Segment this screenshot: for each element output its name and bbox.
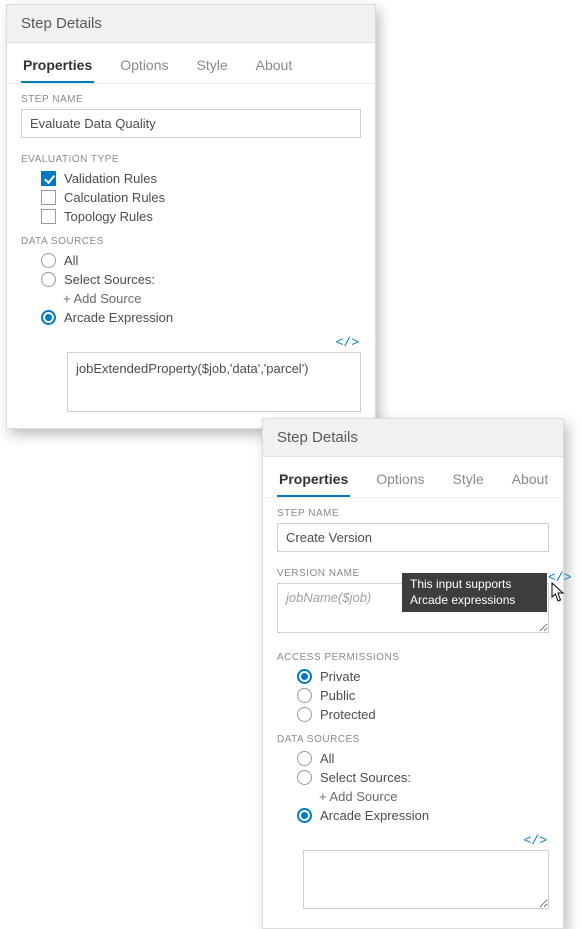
radio-icon[interactable] <box>297 707 312 722</box>
checkbox-icon[interactable] <box>41 171 56 186</box>
radio-label: Select Sources: <box>320 770 411 785</box>
radio-label: Arcade Expression <box>320 808 429 823</box>
radio-label: All <box>320 751 334 766</box>
step-details-panel-2: Step Details Properties Options Style Ab… <box>262 418 564 929</box>
tabs: Properties Options Style About <box>7 43 375 84</box>
ds-select-sources[interactable]: Select Sources: <box>7 270 375 289</box>
data-sources-label: DATA SOURCES <box>7 226 375 251</box>
checkbox-label: Validation Rules <box>64 171 157 186</box>
checkbox-label: Calculation Rules <box>64 190 165 205</box>
code-icon[interactable]: </> <box>524 833 547 848</box>
add-source-button[interactable]: + Add Source <box>263 787 563 806</box>
radio-label: Protected <box>320 707 376 722</box>
radio-icon[interactable] <box>297 808 312 823</box>
arcade-code-input[interactable] <box>303 850 549 909</box>
step-name-label: STEP NAME <box>263 498 563 523</box>
radio-icon[interactable] <box>297 770 312 785</box>
eval-type-calculation[interactable]: Calculation Rules <box>7 188 375 207</box>
code-icon[interactable]: </> <box>336 335 359 350</box>
tab-properties[interactable]: Properties <box>21 53 94 83</box>
radio-label: All <box>64 253 78 268</box>
radio-label: Public <box>320 688 355 703</box>
access-protected[interactable]: Protected <box>263 705 563 724</box>
radio-icon[interactable] <box>41 310 56 325</box>
eval-type-validation[interactable]: Validation Rules <box>7 169 375 188</box>
cursor-icon <box>550 582 566 604</box>
step-name-label: STEP NAME <box>7 84 375 109</box>
step-name-input[interactable] <box>21 109 361 138</box>
add-source-button[interactable]: + Add Source <box>7 289 375 308</box>
radio-icon[interactable] <box>297 688 312 703</box>
tab-style[interactable]: Style <box>451 467 486 497</box>
radio-label: Private <box>320 669 360 684</box>
ds-select-sources[interactable]: Select Sources: <box>263 768 563 787</box>
radio-label: Arcade Expression <box>64 310 173 325</box>
panel-title: Step Details <box>7 5 375 43</box>
access-permissions-label: ACCESS PERMISSIONS <box>263 642 563 667</box>
eval-type-topology[interactable]: Topology Rules <box>7 207 375 226</box>
evaluation-type-label: EVALUATION TYPE <box>7 144 375 169</box>
arcade-tooltip: This input supports Arcade expressions <box>402 573 547 612</box>
tabs: Properties Options Style About <box>263 457 563 498</box>
ds-arcade-expression[interactable]: Arcade Expression <box>263 806 563 825</box>
checkbox-label: Topology Rules <box>64 209 153 224</box>
step-details-panel-1: Step Details Properties Options Style Ab… <box>6 4 376 429</box>
tab-options[interactable]: Options <box>374 467 426 497</box>
ds-all[interactable]: All <box>7 251 375 270</box>
panel-title: Step Details <box>263 419 563 457</box>
ds-all[interactable]: All <box>263 749 563 768</box>
tab-about[interactable]: About <box>510 467 551 497</box>
checkbox-icon[interactable] <box>41 190 56 205</box>
tab-style[interactable]: Style <box>195 53 230 83</box>
access-private[interactable]: Private <box>263 667 563 686</box>
step-name-input[interactable] <box>277 523 549 552</box>
tab-properties[interactable]: Properties <box>277 467 350 497</box>
radio-label: Select Sources: <box>64 272 155 287</box>
tab-about[interactable]: About <box>254 53 295 83</box>
ds-arcade-expression[interactable]: Arcade Expression <box>7 308 375 327</box>
radio-icon[interactable] <box>297 751 312 766</box>
checkbox-icon[interactable] <box>41 209 56 224</box>
radio-icon[interactable] <box>41 253 56 268</box>
data-sources-label: DATA SOURCES <box>263 724 563 749</box>
radio-icon[interactable] <box>41 272 56 287</box>
tab-options[interactable]: Options <box>118 53 170 83</box>
access-public[interactable]: Public <box>263 686 563 705</box>
radio-icon[interactable] <box>297 669 312 684</box>
arcade-code-input[interactable]: jobExtendedProperty($job,'data','parcel'… <box>67 352 361 412</box>
